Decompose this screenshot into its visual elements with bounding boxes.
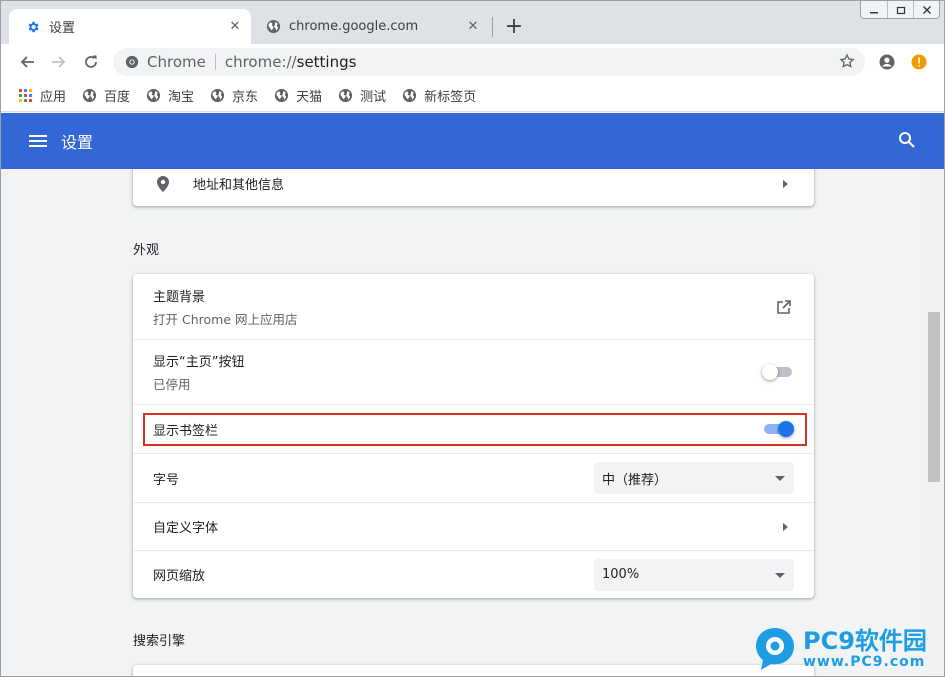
appearance-section-title: 外观 [133,243,160,258]
watermark-brand: PC9软件园 [803,627,927,655]
settings-content: 地址和其他信息 外观 主题背景 打开 Chrome 网上应用店 显示“主页”按钮… [1,169,926,676]
apps-grid-icon [19,88,33,103]
page-zoom-row: 网页缩放 100% [133,550,814,598]
browser-window: 设置 ✕ chrome.google.com ✕ + Chrome chrome… [0,0,945,677]
url-scheme: chrome:// [224,53,297,71]
toolbar: Chrome chrome:// settings [1,44,944,80]
home-button-text: 显示“主页”按钮 已停用 [153,351,762,393]
theme-row[interactable]: 主题背景 打开 Chrome 网上应用店 [133,274,814,339]
bookmark-star-icon[interactable] [839,53,855,73]
close-icon[interactable]: ✕ [227,19,243,35]
window-controls [860,1,940,19]
home-button-sublabel: 已停用 [153,377,191,392]
omnibox-divider [214,54,216,70]
bookmark-item[interactable]: 新标签页 [402,86,476,105]
search-engine-section-title: 搜索引擎 [133,634,186,649]
close-window-button[interactable] [913,1,939,18]
search-engine-card [133,665,814,676]
theme-text: 主题背景 打开 Chrome 网上应用店 [153,286,776,328]
font-size-label: 字号 [153,472,180,488]
autofill-card: 地址和其他信息 [133,169,814,206]
bookmark-label: 新标签页 [424,90,477,105]
forward-arrow-icon[interactable] [45,48,73,76]
addresses-row[interactable]: 地址和其他信息 [133,169,814,206]
custom-fonts-label: 自定义字体 [153,521,219,536]
tab-title: chrome.google.com [289,19,419,34]
url-path: settings [296,53,357,71]
theme-label: 主题背景 [153,289,206,305]
new-tab-button[interactable]: + [501,13,527,39]
account-icon[interactable] [873,48,901,76]
home-button-label: 显示“主页”按钮 [153,355,245,370]
appearance-card: 主题背景 打开 Chrome 网上应用店 显示“主页”按钮 已停用 显示书签栏 [133,274,814,598]
scrollbar[interactable] [926,169,944,676]
theme-sublabel: 打开 Chrome 网上应用店 [153,311,298,327]
chrome-site-icon [125,55,139,69]
watermark-url: www.PC9.com [803,654,926,670]
bookmark-label: 应用 [40,90,67,105]
bookmark-label: 京东 [232,90,259,105]
home-button-row[interactable]: 显示“主页”按钮 已停用 [133,339,814,404]
bookmark-item[interactable]: 天猫 [274,86,322,105]
globe-icon [338,88,353,103]
bookmarks-bar-toggle[interactable] [762,421,794,437]
pc9-logo-icon [756,628,794,670]
bookmark-label: 淘宝 [168,90,195,105]
dropdown-caret-icon [775,572,785,578]
page-title: 设置 [61,133,94,152]
font-size-select[interactable]: 中（推荐） [594,462,794,494]
settings-header: 设置 [1,113,944,169]
reload-icon[interactable] [77,48,105,76]
font-size-row: 字号 中（推荐） [133,453,814,502]
minimize-button[interactable] [861,1,887,18]
globe-icon [402,88,417,103]
back-arrow-icon[interactable] [13,48,41,76]
page-zoom-value: 100% [602,567,640,582]
chevron-right-icon [783,522,788,531]
bookmark-item[interactable]: 淘宝 [146,86,194,105]
location-pin-icon [157,175,169,192]
addresses-label: 地址和其他信息 [193,178,285,193]
bookmark-item[interactable]: 百度 [82,86,130,105]
gear-icon [25,19,41,35]
bookmark-label: 测试 [360,90,387,105]
tab-settings[interactable]: 设置 ✕ [9,9,251,44]
bookmarks-bar-row[interactable]: 显示书签栏 [133,404,814,453]
chevron-right-icon [783,179,788,188]
bookmark-item[interactable]: 测试 [338,86,386,105]
tab-title: 设置 [49,21,76,36]
scrollbar-thumb[interactable] [928,312,940,482]
globe-icon [210,88,225,103]
update-alert-icon[interactable] [905,48,933,76]
font-size-value: 中（推荐） [602,472,668,488]
watermark: PC9软件园 www.PC9.com [753,623,943,675]
omnibox-chrome-label: Chrome [147,53,206,71]
address-bar[interactable]: Chrome chrome:// settings [113,48,865,76]
bookmarks-bar-label: 显示书签栏 [153,423,219,439]
hamburger-menu-icon[interactable] [29,135,47,147]
bookmarks-bar: 应用 百度 淘宝 京东 天猫 测试 新标签页 [1,80,944,112]
globe-icon [82,88,97,103]
tab-strip: 设置 ✕ chrome.google.com ✕ + [1,1,944,44]
external-link-icon[interactable] [776,299,792,315]
dropdown-caret-icon [775,476,785,481]
tab-chrome-google[interactable]: chrome.google.com ✕ [257,9,489,44]
tab-separator [492,17,493,37]
custom-fonts-row[interactable]: 自定义字体 [133,502,814,550]
bookmark-label: 天猫 [296,90,323,105]
bookmark-label: 百度 [104,90,131,105]
bookmark-apps[interactable]: 应用 [19,86,66,105]
globe-icon [274,88,289,103]
close-icon[interactable]: ✕ [465,19,481,35]
search-icon[interactable] [898,131,916,153]
restore-button[interactable] [887,1,913,18]
page-zoom-label: 网页缩放 [153,569,206,584]
globe-icon [265,19,281,35]
bookmark-item[interactable]: 京东 [210,86,258,105]
globe-icon [146,88,161,103]
home-button-toggle[interactable] [762,364,794,380]
page-zoom-select[interactable]: 100% [594,558,794,591]
